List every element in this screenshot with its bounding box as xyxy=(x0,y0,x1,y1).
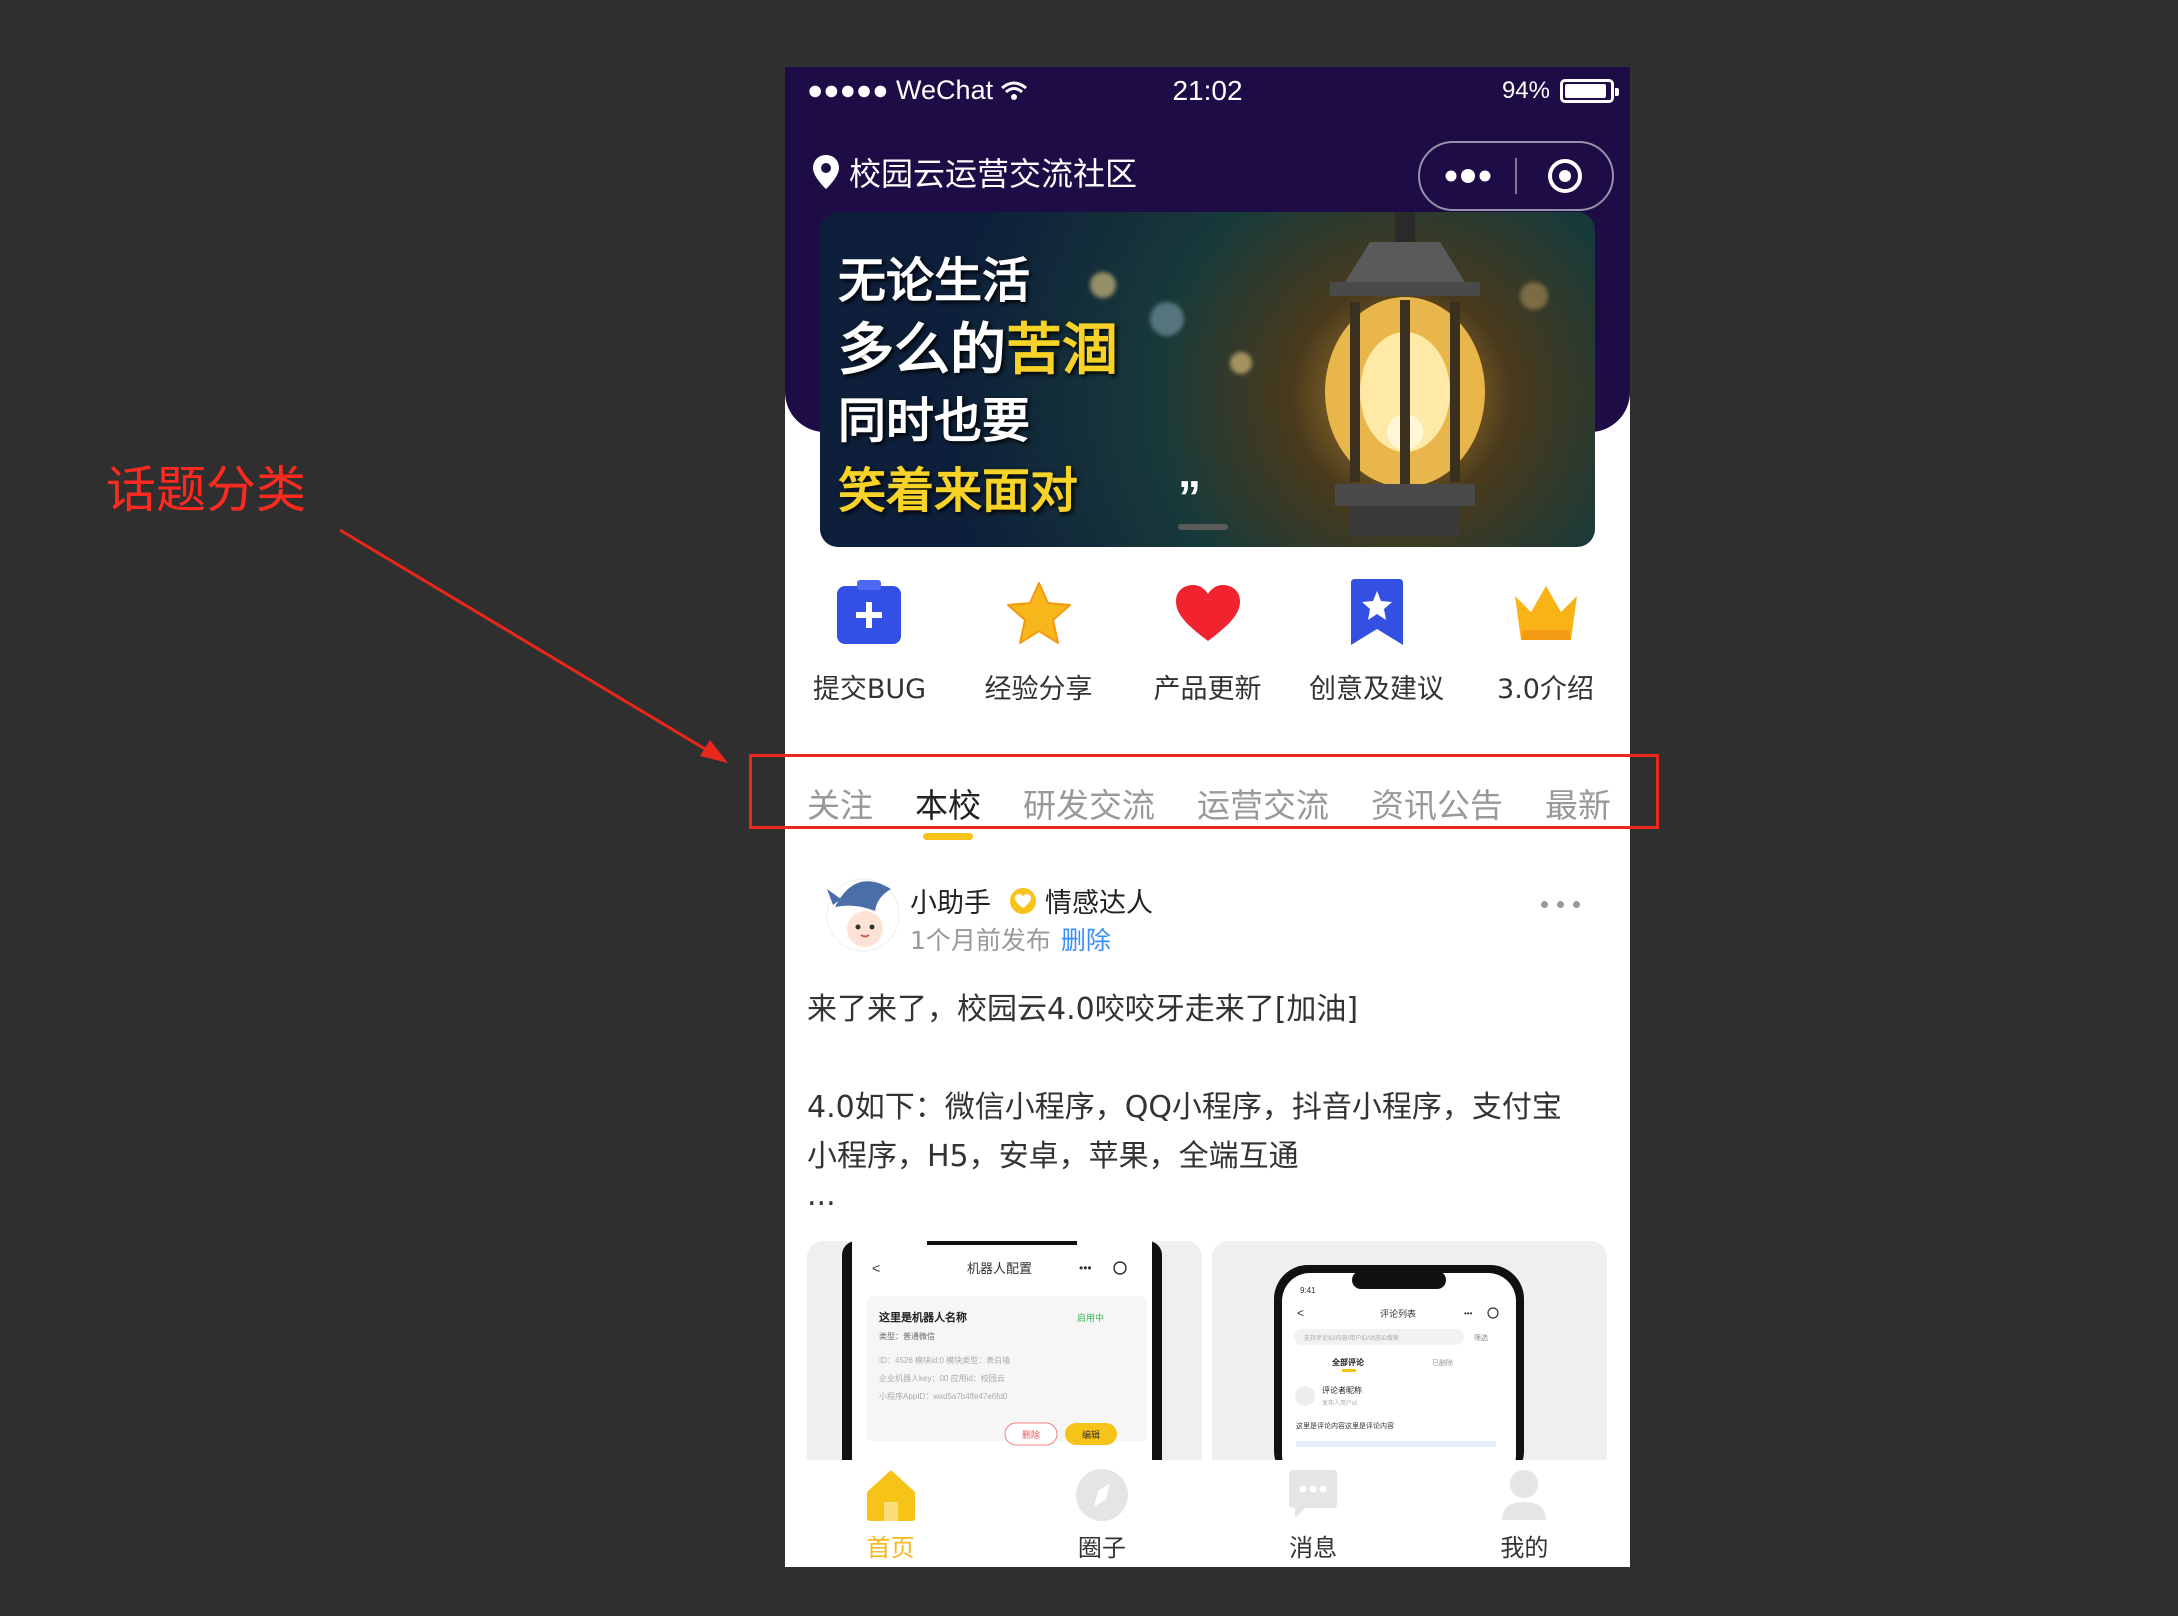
active-tab-indicator xyxy=(923,833,973,840)
heart-icon xyxy=(1172,577,1244,649)
svg-text:删除: 删除 xyxy=(1022,1429,1040,1440)
post-image-1[interactable]: < 机器人配置 ••• 这里是机器人名称 启用中 类型：普通微信 ID：4526… xyxy=(807,1241,1202,1471)
svg-text:这里是评论内容这里是评论内容: 这里是评论内容这里是评论内容 xyxy=(1296,1421,1394,1430)
battery-percent: 94% xyxy=(1501,77,1550,104)
tab-mine[interactable]: 我的 xyxy=(1419,1460,1630,1567)
comment-list-screenshot: 9:41 < 评论列表 ••• 支持评论ID/内容/用户ID/动态ID搜索 筛选… xyxy=(1274,1265,1524,1471)
banner-line-1: 无论生活 xyxy=(838,253,1031,309)
battery-icon xyxy=(1560,79,1619,103)
banner-quote-mark: ” xyxy=(1178,471,1201,523)
banner-line-2b: 苦涸 xyxy=(1006,318,1118,383)
post-image-2[interactable]: 9:41 < 评论列表 ••• 支持评论ID/内容/用户ID/动态ID搜索 筛选… xyxy=(1212,1241,1607,1471)
user-icon xyxy=(1502,1470,1547,1520)
category-suggestion[interactable]: 创意及建议 xyxy=(1292,577,1461,712)
more-dots-icon xyxy=(1445,169,1490,183)
svg-text:企业机器人key：00 应用id：校园云: 企业机器人key：00 应用id：校园云 xyxy=(879,1373,1005,1383)
topic-category-highlight xyxy=(749,754,1659,829)
post-more-icon[interactable] xyxy=(1541,901,1580,908)
banner-line-4: 笑着来面对 xyxy=(838,463,1079,519)
post-author[interactable]: 小助手 xyxy=(910,881,991,920)
banner-line-2a: 多么的 xyxy=(838,318,1006,383)
annotation-label: 话题分类 xyxy=(106,461,306,519)
svg-text:•••: ••• xyxy=(1079,1261,1092,1275)
tab-circle[interactable]: 圈子 xyxy=(996,1460,1207,1567)
svg-text:<: < xyxy=(1297,1306,1304,1320)
svg-text:ID：4526 模块id:0 模块类型：表白墙: ID：4526 模块id:0 模块类型：表白墙 xyxy=(879,1355,1010,1365)
message-icon xyxy=(1289,1470,1338,1518)
robot-config-screenshot: < 机器人配置 ••• 这里是机器人名称 启用中 类型：普通微信 ID：4526… xyxy=(842,1241,1162,1471)
badge-label: 情感达人 xyxy=(1045,888,1153,919)
svg-text:类型：普通微信: 类型：普通微信 xyxy=(879,1331,935,1341)
avatar[interactable] xyxy=(825,867,901,957)
svg-text:筛选: 筛选 xyxy=(1474,1333,1488,1342)
community-title: 校园云运营交流社区 xyxy=(849,155,1138,193)
svg-text:<: < xyxy=(872,1260,880,1276)
category-grid: 提交BUG 经验分享 产品更新 创意及建议 3.0介绍 xyxy=(785,577,1630,712)
crown-icon xyxy=(1510,577,1582,649)
close-miniprogram-button[interactable] xyxy=(1517,143,1612,209)
miniprogram-capsule xyxy=(1418,141,1614,211)
bookmark-star-icon xyxy=(1341,577,1413,649)
svg-text:这里是机器人名称: 这里是机器人名称 xyxy=(879,1310,967,1324)
home-icon xyxy=(866,1470,915,1521)
navbar: 校园云运营交流社区 xyxy=(785,125,1630,215)
category-experience[interactable]: 经验分享 xyxy=(954,577,1123,712)
svg-text:支持评论ID/内容/用户ID/动态ID搜索: 支持评论ID/内容/用户ID/动态ID搜索 xyxy=(1304,1334,1399,1342)
svg-text:启用中: 启用中 xyxy=(1077,1312,1104,1323)
user-badge: 情感达人 xyxy=(1009,881,1153,920)
post-content: 来了来了，校园云4.0咬咬牙走来了[加油] 4.0如下：微信小程序，QQ小程序，… xyxy=(807,992,1562,1213)
compass-icon xyxy=(1075,1469,1128,1521)
tab-messages[interactable]: 消息 xyxy=(1208,1460,1419,1567)
svg-text:已删除: 已删除 xyxy=(1432,1358,1453,1367)
post-time: 1个月前发布 xyxy=(910,926,1051,955)
location-pin-icon xyxy=(813,155,839,189)
svg-text:机器人配置: 机器人配置 xyxy=(967,1261,1032,1276)
banner-line-3: 同时也要 xyxy=(838,393,1031,449)
lantern-image xyxy=(1325,212,1485,536)
svg-text:•••: ••• xyxy=(1464,1309,1473,1318)
category-intro[interactable]: 3.0介绍 xyxy=(1461,577,1630,712)
post-images: < 机器人配置 ••• 这里是机器人名称 启用中 类型：普通微信 ID：4526… xyxy=(807,1241,1607,1471)
category-product-update[interactable]: 产品更新 xyxy=(1123,577,1292,712)
category-submit-bug[interactable]: 提交BUG xyxy=(785,577,954,712)
svg-text:发布人用户id: 发布人用户id xyxy=(1322,1399,1357,1407)
banner-carousel[interactable]: 无论生活 多么的苦涸 同时也要 笑着来面对 ” xyxy=(820,212,1595,547)
svg-text:9:41: 9:41 xyxy=(1300,1286,1316,1295)
banner-indicator[interactable] xyxy=(1178,524,1228,530)
tab-home[interactable]: 首页 xyxy=(785,1460,996,1567)
target-icon xyxy=(1547,159,1582,193)
svg-text:评论者昵称: 评论者昵称 xyxy=(1322,1385,1362,1395)
status-bar: ●●●●● WeChat 21:02 94% xyxy=(785,67,1630,125)
svg-text:编辑: 编辑 xyxy=(1082,1429,1100,1440)
add-box-icon xyxy=(834,577,906,649)
badge-heart-icon xyxy=(1010,887,1036,914)
delete-link[interactable]: 删除 xyxy=(1061,926,1111,955)
svg-text:全部评论: 全部评论 xyxy=(1331,1357,1365,1367)
svg-text:小程序AppID：wxd5a7b4ffe47e6fd0: 小程序AppID：wxd5a7b4ffe47e6fd0 xyxy=(879,1391,1008,1401)
bottom-tabbar: 首页 圈子 消息 我的 xyxy=(785,1460,1630,1567)
more-menu-button[interactable] xyxy=(1420,143,1515,209)
svg-text:评论列表: 评论列表 xyxy=(1380,1308,1416,1319)
star-icon xyxy=(1003,577,1075,649)
